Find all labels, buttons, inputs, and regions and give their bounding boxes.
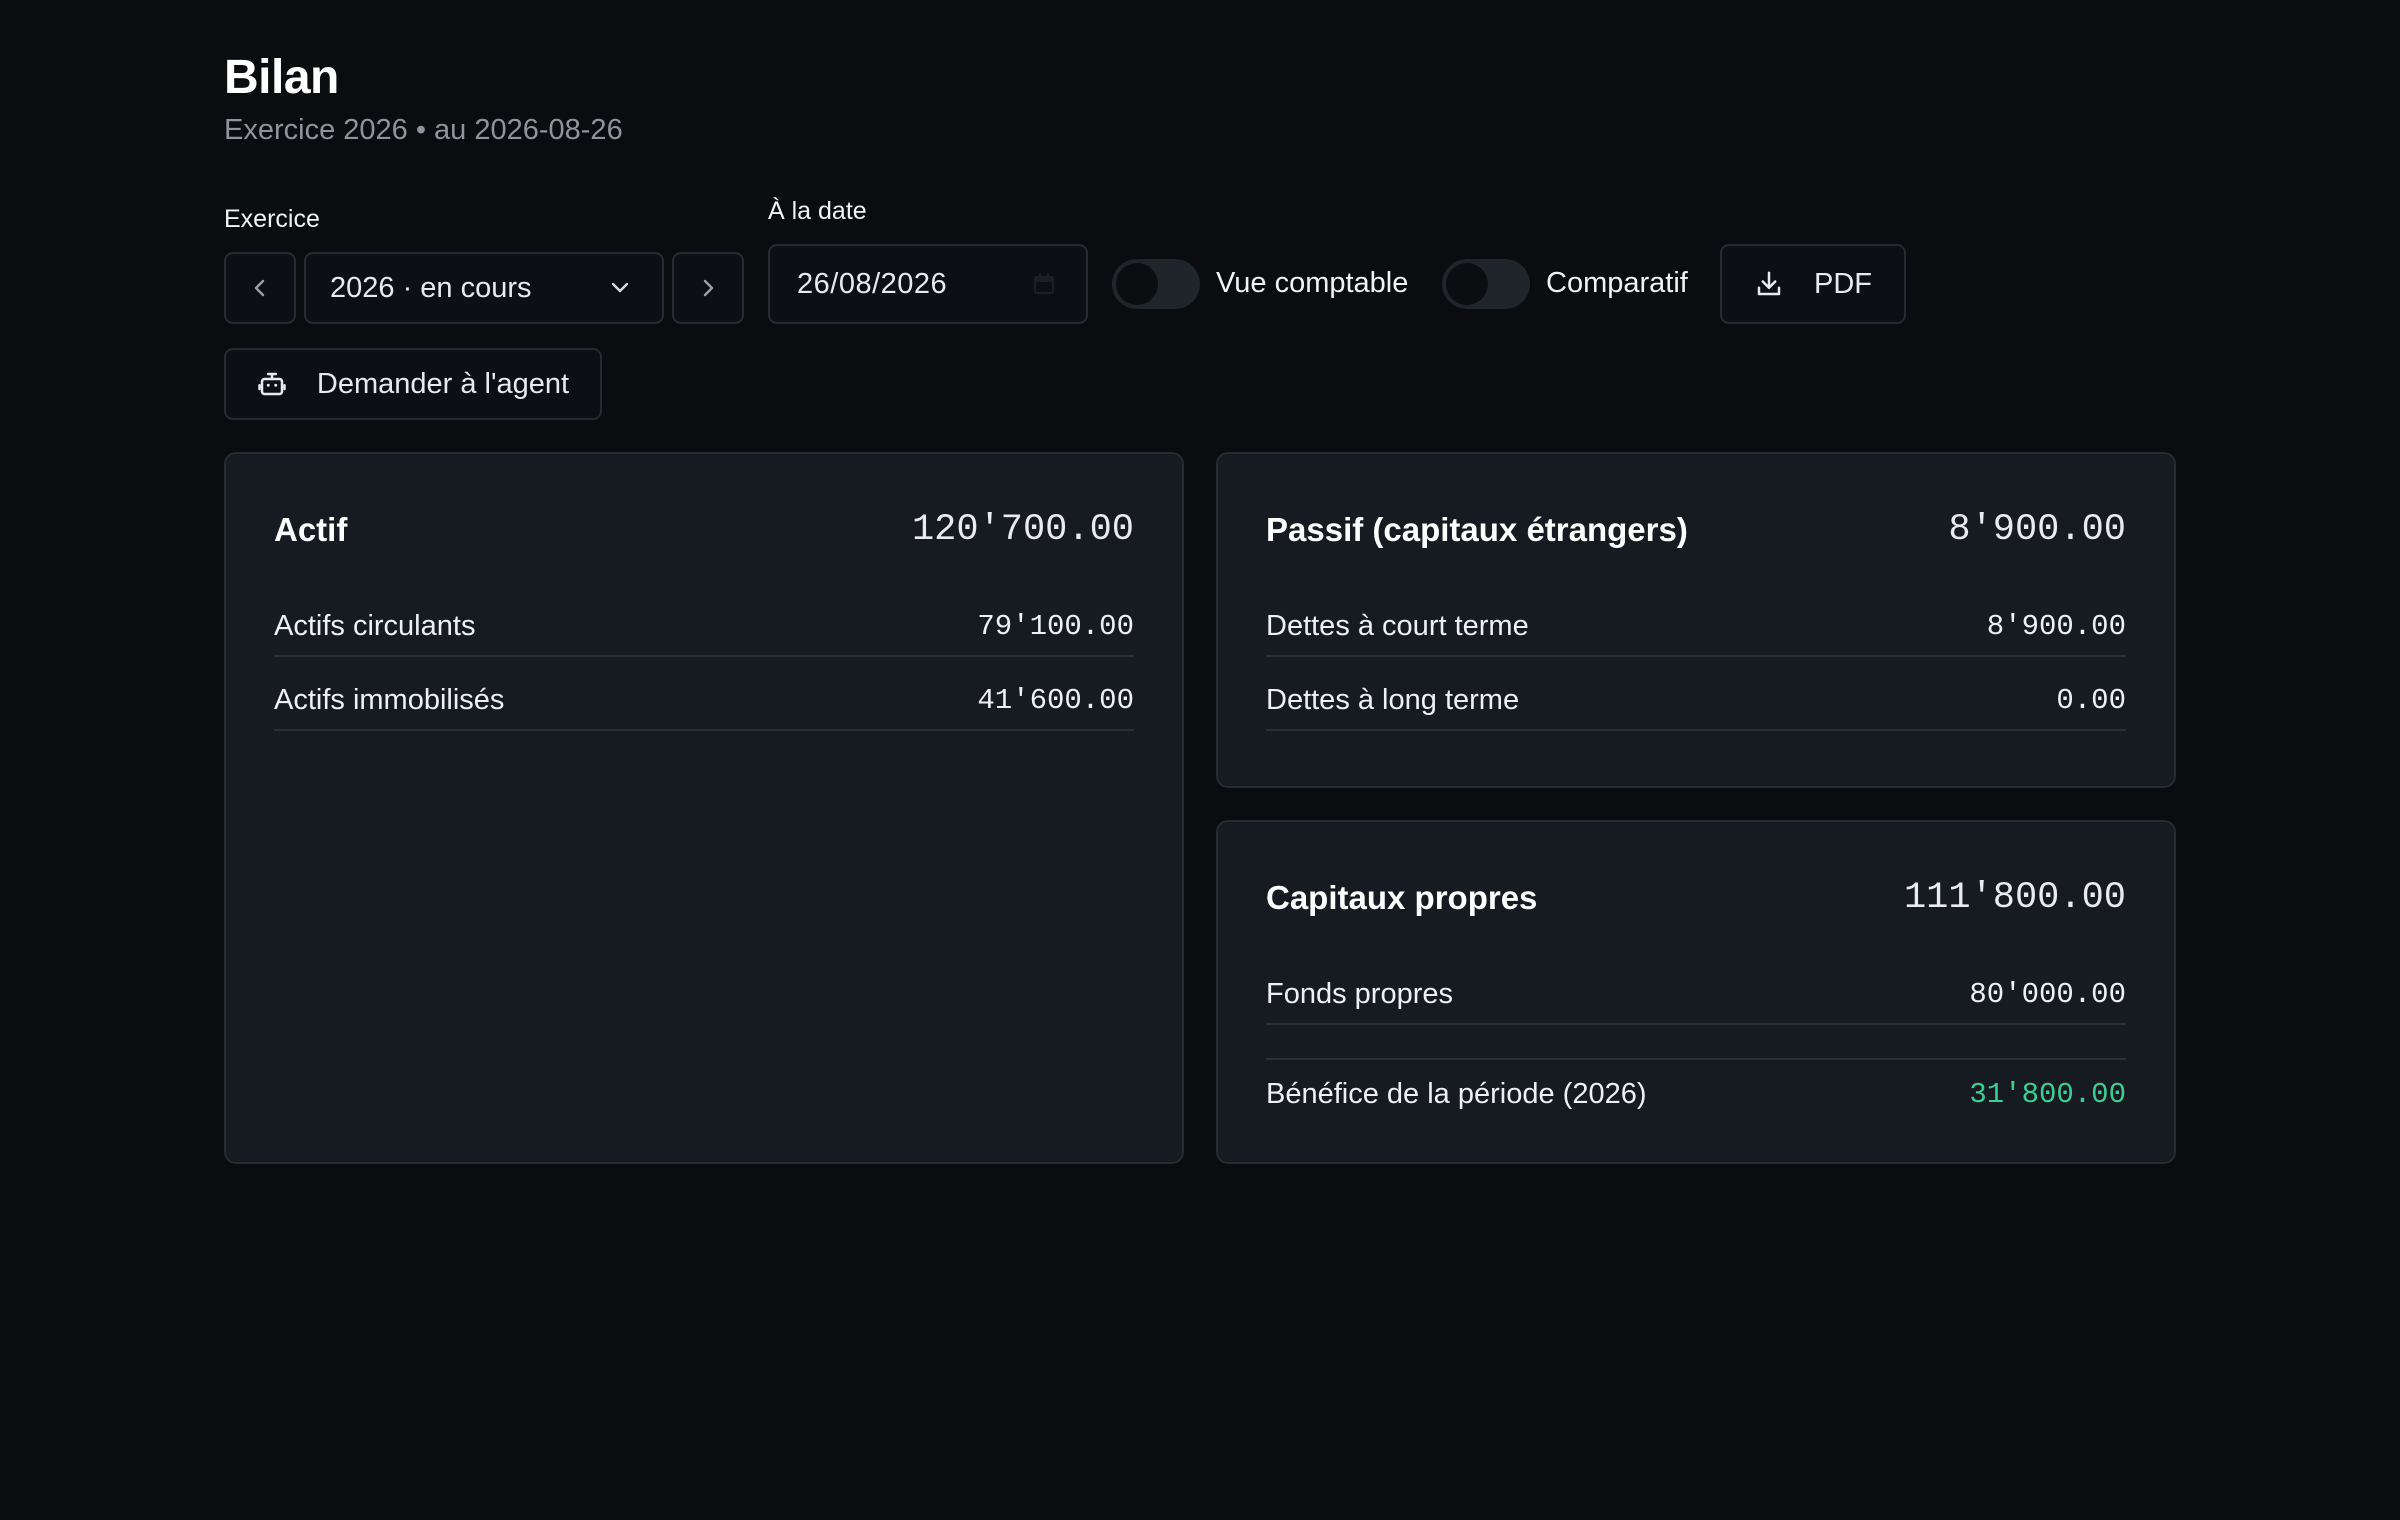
page-subtitle: Exercice 2026 • au 2026-08-26 — [224, 114, 623, 146]
calendar-icon[interactable] — [1032, 272, 1056, 296]
profit-value: 31'800.00 — [1969, 1077, 2126, 1111]
ask-agent-label: Demander à l'agent — [316, 367, 570, 400]
date-input[interactable]: 26/08/2026 — [768, 244, 1088, 324]
page: Bilan Exercice 2026 • au 2026-08-26 Exer… — [0, 0, 2400, 1520]
actif-title: Actif — [274, 511, 348, 548]
balance-row: Dettes à court terme 8'900.00 — [1266, 597, 2126, 657]
comparatif-toggle[interactable] — [1442, 259, 1530, 309]
row-label: Dettes à court terme — [1266, 609, 1529, 642]
exercice-label: Exercice — [224, 205, 320, 233]
row-value: 41'600.00 — [977, 683, 1134, 717]
profit-row: Bénéfice de la période (2026) 31'800.00 — [1266, 1064, 2126, 1124]
passif-card: Passif (capitaux étrangers) 8'900.00 Det… — [1216, 452, 2176, 788]
row-value: 8'900.00 — [1986, 609, 2126, 643]
robot-icon — [258, 372, 286, 396]
capitaux-total: 111'800.00 — [1903, 877, 2126, 919]
row-label: Bénéfice de la période (2026) — [1266, 1077, 1647, 1110]
comparatif-label: Comparatif — [1546, 267, 1688, 299]
exercice-select-value: 2026 · en cours — [330, 271, 532, 304]
date-label: À la date — [768, 197, 867, 225]
row-label: Actifs immobilisés — [274, 683, 505, 716]
actif-total: 120'700.00 — [911, 509, 1134, 551]
balance-row: Fonds propres 80'000.00 — [1266, 965, 2126, 1025]
divider — [1266, 1058, 2126, 1060]
date-input-value: 26/08/2026 — [797, 267, 948, 300]
vue-comptable-toggle[interactable] — [1112, 259, 1200, 309]
balance-row: Dettes à long terme 0.00 — [1266, 671, 2126, 731]
passif-total: 8'900.00 — [1948, 509, 2126, 551]
row-label: Fonds propres — [1266, 977, 1453, 1010]
row-value: 80'000.00 — [1969, 977, 2126, 1011]
row-value: 79'100.00 — [977, 609, 1134, 643]
exercice-select[interactable]: 2026 · en cours — [304, 252, 664, 324]
balance-row: Actifs immobilisés 41'600.00 — [274, 671, 1134, 731]
pdf-label: PDF — [1814, 267, 1872, 300]
row-label: Actifs circulants — [274, 609, 476, 642]
toggle-knob — [1446, 263, 1488, 305]
chevron-down-icon — [611, 282, 629, 293]
toggle-knob — [1116, 263, 1158, 305]
capitaux-propres-card: Capitaux propres 111'800.00 Fonds propre… — [1216, 820, 2176, 1164]
chevron-left-icon — [254, 279, 265, 297]
ask-agent-button[interactable]: Demander à l'agent — [224, 348, 602, 420]
passif-title: Passif (capitaux étrangers) — [1266, 511, 1688, 548]
row-value: 0.00 — [2056, 683, 2126, 717]
previous-exercice-button[interactable] — [224, 252, 296, 324]
balance-row: Actifs circulants 79'100.00 — [274, 597, 1134, 657]
actif-card: Actif 120'700.00 Actifs circulants 79'10… — [224, 452, 1184, 1164]
capitaux-title: Capitaux propres — [1266, 879, 1538, 916]
page-title: Bilan — [224, 51, 339, 104]
download-icon — [1757, 271, 1781, 296]
vue-comptable-label: Vue comptable — [1216, 267, 1409, 299]
pdf-download-button[interactable]: PDF — [1720, 244, 1906, 324]
chevron-right-icon — [703, 279, 714, 297]
row-label: Dettes à long terme — [1266, 683, 1520, 716]
next-exercice-button[interactable] — [672, 252, 744, 324]
